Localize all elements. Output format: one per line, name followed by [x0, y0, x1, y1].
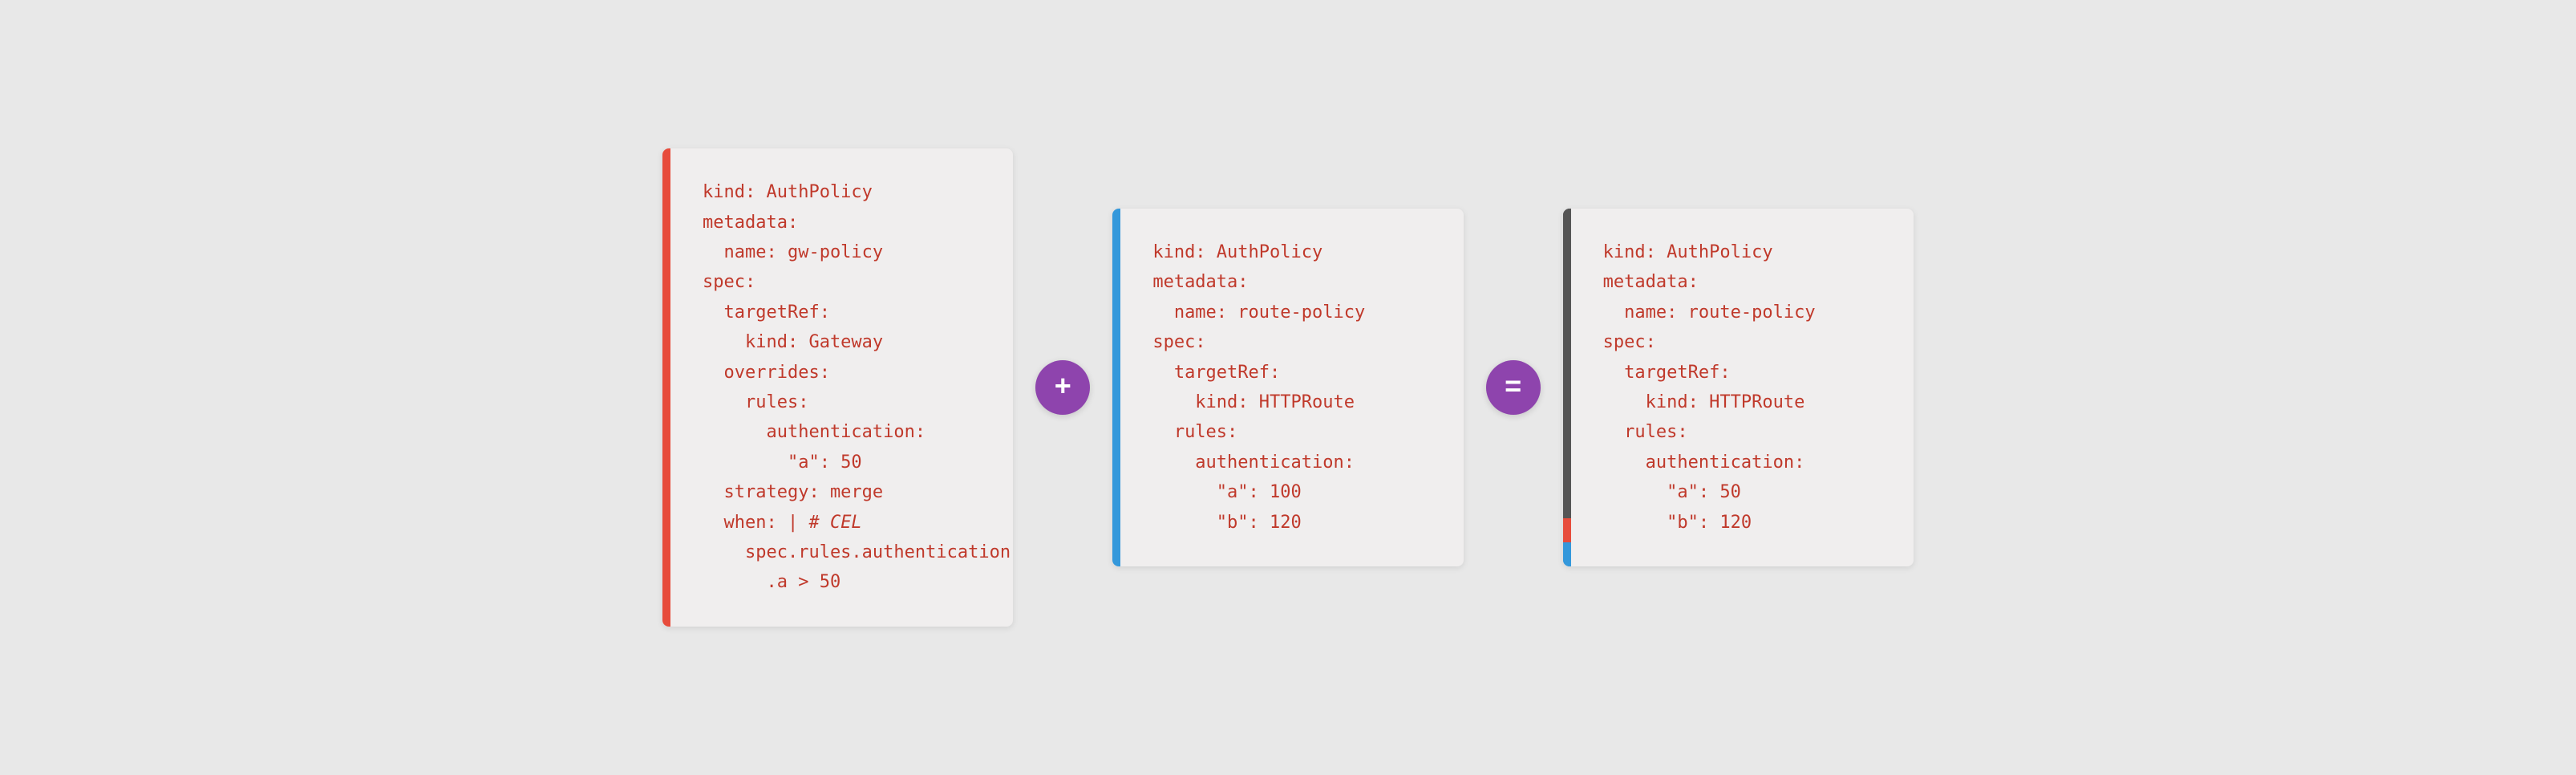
card2-line-3: name: route-policy — [1152, 302, 1365, 323]
card2-line-6: kind: HTTPRoute — [1152, 392, 1355, 412]
card1-line-2: metadata: — [703, 213, 798, 233]
card3-line-9: "a": 50 — [1603, 482, 1741, 502]
card-2: kind: AuthPolicy metadata: name: route-p… — [1112, 209, 1463, 566]
equals-operator: = — [1486, 360, 1541, 415]
card3-line-8: authentication: — [1603, 452, 1805, 473]
equals-icon: = — [1505, 371, 1522, 404]
card1-line-8: rules: — [703, 392, 808, 412]
card-1: kind: AuthPolicy metadata: name: gw-poli… — [662, 148, 1013, 626]
main-container: kind: AuthPolicy metadata: name: gw-poli… — [662, 148, 1914, 626]
card3-line-7: rules: — [1603, 422, 1688, 442]
card1-line-12: when: | # CEL — [703, 513, 862, 533]
card-2-content: kind: AuthPolicy metadata: name: route-p… — [1120, 209, 1463, 566]
card1-line-10: "a": 50 — [703, 452, 862, 473]
card1-line-13: spec.rules.authentication — [703, 542, 1011, 562]
card1-line-5: targetRef: — [703, 302, 830, 323]
card-3: kind: AuthPolicy metadata: name: route-p… — [1563, 209, 1914, 566]
card3-line-1: kind: AuthPolicy — [1603, 242, 1773, 262]
card2-line-1: kind: AuthPolicy — [1152, 242, 1322, 262]
card2-line-10: "b": 120 — [1152, 513, 1301, 533]
card-3-code: kind: AuthPolicy metadata: name: route-p… — [1603, 237, 1881, 538]
card2-line-8: authentication: — [1152, 452, 1355, 473]
card1-line-1: kind: AuthPolicy — [703, 182, 873, 202]
card-3-border-red — [1563, 518, 1571, 542]
card2-line-2: metadata: — [1152, 272, 1248, 292]
card1-line-11: strategy: merge — [703, 482, 883, 502]
card-3-border — [1563, 209, 1571, 566]
card3-line-10: "b": 120 — [1603, 513, 1752, 533]
card2-line-4: spec: — [1152, 332, 1205, 352]
card3-line-4: spec: — [1603, 332, 1656, 352]
card-3-border-blue — [1563, 542, 1571, 566]
card1-line-6: kind: Gateway — [703, 332, 883, 352]
card-2-border — [1112, 209, 1120, 566]
card3-line-3: name: route-policy — [1603, 302, 1816, 323]
card1-line-3: name: gw-policy — [703, 242, 883, 262]
card-3-content: kind: AuthPolicy metadata: name: route-p… — [1571, 209, 1914, 566]
card2-line-9: "a": 100 — [1152, 482, 1301, 502]
card-1-border — [662, 148, 670, 626]
card2-line-5: targetRef: — [1152, 363, 1280, 383]
card-3-border-dark — [1563, 209, 1571, 518]
plus-operator: + — [1035, 360, 1090, 415]
card1-line-7: overrides: — [703, 363, 830, 383]
card1-line-4: spec: — [703, 272, 755, 292]
card1-line-14: .a > 50 — [703, 572, 840, 592]
card-1-content: kind: AuthPolicy metadata: name: gw-poli… — [670, 148, 1013, 626]
card3-line-5: targetRef: — [1603, 363, 1731, 383]
card2-line-7: rules: — [1152, 422, 1237, 442]
card1-line-9: authentication: — [703, 422, 925, 442]
card-2-code: kind: AuthPolicy metadata: name: route-p… — [1152, 237, 1431, 538]
card-1-code: kind: AuthPolicy metadata: name: gw-poli… — [703, 177, 1011, 597]
card3-line-6: kind: HTTPRoute — [1603, 392, 1805, 412]
card3-line-2: metadata: — [1603, 272, 1699, 292]
plus-icon: + — [1055, 371, 1072, 404]
